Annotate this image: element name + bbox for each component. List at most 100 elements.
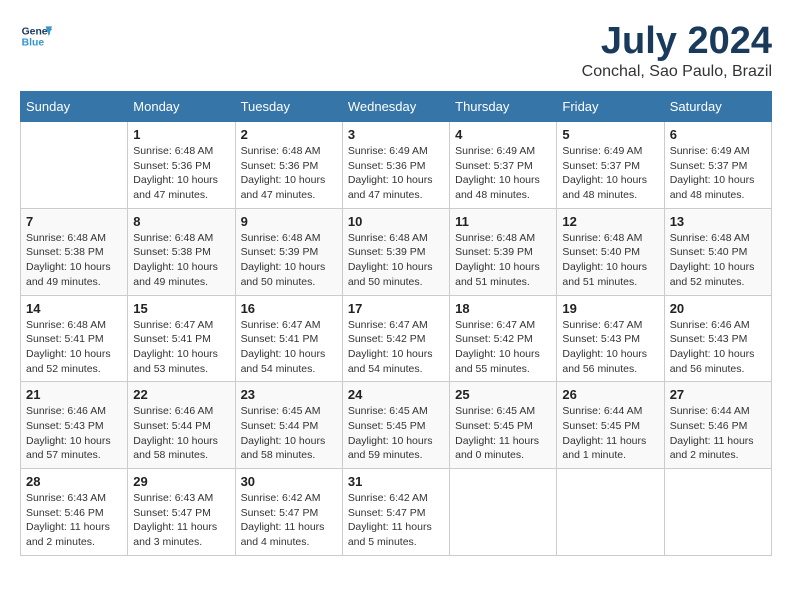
calendar-cell: 26Sunrise: 6:44 AM Sunset: 5:45 PM Dayli… bbox=[557, 382, 664, 469]
calendar-cell: 12 Sunrise: 6:48 AM Sunset: 5:40 PM Dayli… bbox=[557, 208, 664, 295]
calendar-cell: 15 Sunrise: 6:47 AM Sunset: 5:41 PM Dayli… bbox=[128, 295, 235, 382]
calendar-table: SundayMondayTuesdayWednesdayThursdayFrid… bbox=[20, 91, 772, 556]
day-detail: Sunrise: 6:49 AM Sunset: 5:36 PM Dayligh… bbox=[348, 144, 444, 203]
calendar-cell: 7 Sunrise: 6:48 AM Sunset: 5:38 PM Daylig… bbox=[21, 208, 128, 295]
day-number: 23 bbox=[241, 387, 337, 402]
day-detail: Sunrise: 6:46 AM Sunset: 5:44 PM Dayligh… bbox=[133, 404, 229, 463]
calendar-cell: 5Sunrise: 6:49 AM Sunset: 5:37 PM Daylig… bbox=[557, 122, 664, 209]
title-section: July 2024 Conchal, Sao Paulo, Brazil bbox=[582, 20, 772, 81]
calendar-cell: 13 Sunrise: 6:48 AM Sunset: 5:40 PM Dayli… bbox=[664, 208, 771, 295]
day-detail: Sunrise: 6:48 AM Sunset: 5:38 PM Dayligh… bbox=[133, 231, 229, 290]
day-number: 6 bbox=[670, 127, 766, 142]
weekday-thursday: Thursday bbox=[450, 92, 557, 122]
day-number: 1 bbox=[133, 127, 229, 142]
day-detail: Sunrise: 6:47 AM Sunset: 5:41 PM Dayligh… bbox=[241, 318, 337, 377]
week-row-2: 7 Sunrise: 6:48 AM Sunset: 5:38 PM Daylig… bbox=[21, 208, 772, 295]
calendar-cell: 11 Sunrise: 6:48 AM Sunset: 5:39 PM Dayli… bbox=[450, 208, 557, 295]
day-detail: Sunrise: 6:48 AM Sunset: 5:39 PM Dayligh… bbox=[241, 231, 337, 290]
day-number: 10 bbox=[348, 214, 444, 229]
calendar-cell: 31 Sunrise: 6:42 AM Sunset: 5:47 PM Dayli… bbox=[342, 469, 449, 556]
day-number: 27 bbox=[670, 387, 766, 402]
day-number: 7 bbox=[26, 214, 122, 229]
calendar-cell: 23Sunrise: 6:45 AM Sunset: 5:44 PM Dayli… bbox=[235, 382, 342, 469]
day-detail: Sunrise: 6:42 AM Sunset: 5:47 PM Dayligh… bbox=[348, 491, 444, 550]
weekday-header-row: SundayMondayTuesdayWednesdayThursdayFrid… bbox=[21, 92, 772, 122]
day-number: 22 bbox=[133, 387, 229, 402]
subtitle: Conchal, Sao Paulo, Brazil bbox=[582, 63, 772, 81]
day-detail: Sunrise: 6:48 AM Sunset: 5:36 PM Dayligh… bbox=[241, 144, 337, 203]
calendar-cell: 10 Sunrise: 6:48 AM Sunset: 5:39 PM Dayli… bbox=[342, 208, 449, 295]
calendar-cell: 24Sunrise: 6:45 AM Sunset: 5:45 PM Dayli… bbox=[342, 382, 449, 469]
weekday-monday: Monday bbox=[128, 92, 235, 122]
week-row-3: 14Sunrise: 6:48 AM Sunset: 5:41 PM Dayli… bbox=[21, 295, 772, 382]
day-detail: Sunrise: 6:46 AM Sunset: 5:43 PM Dayligh… bbox=[26, 404, 122, 463]
calendar-cell: 2 Sunrise: 6:48 AM Sunset: 5:36 PM Daylig… bbox=[235, 122, 342, 209]
day-detail: Sunrise: 6:48 AM Sunset: 5:41 PM Dayligh… bbox=[26, 318, 122, 377]
day-detail: Sunrise: 6:48 AM Sunset: 5:40 PM Dayligh… bbox=[562, 231, 658, 290]
calendar-cell: 25 Sunrise: 6:45 AM Sunset: 5:45 PM Dayli… bbox=[450, 382, 557, 469]
weekday-saturday: Saturday bbox=[664, 92, 771, 122]
day-number: 8 bbox=[133, 214, 229, 229]
day-detail: Sunrise: 6:44 AM Sunset: 5:45 PM Dayligh… bbox=[562, 404, 658, 463]
calendar-cell: 8 Sunrise: 6:48 AM Sunset: 5:38 PM Daylig… bbox=[128, 208, 235, 295]
calendar-cell: 22 Sunrise: 6:46 AM Sunset: 5:44 PM Dayli… bbox=[128, 382, 235, 469]
calendar-cell: 19Sunrise: 6:47 AM Sunset: 5:43 PM Dayli… bbox=[557, 295, 664, 382]
calendar-cell bbox=[557, 469, 664, 556]
day-number: 28 bbox=[26, 474, 122, 489]
day-number: 11 bbox=[455, 214, 551, 229]
svg-text:Blue: Blue bbox=[22, 38, 45, 49]
day-detail: Sunrise: 6:47 AM Sunset: 5:42 PM Dayligh… bbox=[455, 318, 551, 377]
day-detail: Sunrise: 6:43 AM Sunset: 5:47 PM Dayligh… bbox=[133, 491, 229, 550]
calendar-cell: 3Sunrise: 6:49 AM Sunset: 5:36 PM Daylig… bbox=[342, 122, 449, 209]
weekday-sunday: Sunday bbox=[21, 92, 128, 122]
day-detail: Sunrise: 6:47 AM Sunset: 5:41 PM Dayligh… bbox=[133, 318, 229, 377]
day-number: 15 bbox=[133, 301, 229, 316]
day-detail: Sunrise: 6:48 AM Sunset: 5:36 PM Dayligh… bbox=[133, 144, 229, 203]
calendar-cell bbox=[21, 122, 128, 209]
calendar-cell: 1 Sunrise: 6:48 AM Sunset: 5:36 PM Daylig… bbox=[128, 122, 235, 209]
day-number: 20 bbox=[670, 301, 766, 316]
weekday-tuesday: Tuesday bbox=[235, 92, 342, 122]
day-number: 13 bbox=[670, 214, 766, 229]
calendar-cell: 21Sunrise: 6:46 AM Sunset: 5:43 PM Dayli… bbox=[21, 382, 128, 469]
day-detail: Sunrise: 6:43 AM Sunset: 5:46 PM Dayligh… bbox=[26, 491, 122, 550]
day-detail: Sunrise: 6:42 AM Sunset: 5:47 PM Dayligh… bbox=[241, 491, 337, 550]
logo: General Blue bbox=[20, 20, 52, 52]
week-row-5: 28 Sunrise: 6:43 AM Sunset: 5:46 PM Dayli… bbox=[21, 469, 772, 556]
calendar-cell: 17Sunrise: 6:47 AM Sunset: 5:42 PM Dayli… bbox=[342, 295, 449, 382]
day-number: 12 bbox=[562, 214, 658, 229]
day-detail: Sunrise: 6:46 AM Sunset: 5:43 PM Dayligh… bbox=[670, 318, 766, 377]
main-title: July 2024 bbox=[582, 20, 772, 63]
day-detail: Sunrise: 6:48 AM Sunset: 5:39 PM Dayligh… bbox=[455, 231, 551, 290]
logo-icon: General Blue bbox=[20, 20, 52, 52]
calendar-cell: 4 Sunrise: 6:49 AM Sunset: 5:37 PM Daylig… bbox=[450, 122, 557, 209]
day-number: 4 bbox=[455, 127, 551, 142]
week-row-4: 21Sunrise: 6:46 AM Sunset: 5:43 PM Dayli… bbox=[21, 382, 772, 469]
calendar-cell: 29Sunrise: 6:43 AM Sunset: 5:47 PM Dayli… bbox=[128, 469, 235, 556]
day-number: 19 bbox=[562, 301, 658, 316]
calendar-cell bbox=[664, 469, 771, 556]
calendar-cell: 9 Sunrise: 6:48 AM Sunset: 5:39 PM Daylig… bbox=[235, 208, 342, 295]
weekday-wednesday: Wednesday bbox=[342, 92, 449, 122]
day-detail: Sunrise: 6:44 AM Sunset: 5:46 PM Dayligh… bbox=[670, 404, 766, 463]
day-detail: Sunrise: 6:49 AM Sunset: 5:37 PM Dayligh… bbox=[455, 144, 551, 203]
day-detail: Sunrise: 6:49 AM Sunset: 5:37 PM Dayligh… bbox=[670, 144, 766, 203]
day-number: 31 bbox=[348, 474, 444, 489]
weekday-friday: Friday bbox=[557, 92, 664, 122]
calendar-header: SundayMondayTuesdayWednesdayThursdayFrid… bbox=[21, 92, 772, 122]
day-number: 25 bbox=[455, 387, 551, 402]
day-detail: Sunrise: 6:48 AM Sunset: 5:40 PM Dayligh… bbox=[670, 231, 766, 290]
day-number: 17 bbox=[348, 301, 444, 316]
day-number: 9 bbox=[241, 214, 337, 229]
calendar-cell: 14Sunrise: 6:48 AM Sunset: 5:41 PM Dayli… bbox=[21, 295, 128, 382]
day-number: 2 bbox=[241, 127, 337, 142]
day-number: 5 bbox=[562, 127, 658, 142]
calendar-body: 1 Sunrise: 6:48 AM Sunset: 5:36 PM Daylig… bbox=[21, 122, 772, 556]
calendar-cell: 18Sunrise: 6:47 AM Sunset: 5:42 PM Dayli… bbox=[450, 295, 557, 382]
day-detail: Sunrise: 6:48 AM Sunset: 5:39 PM Dayligh… bbox=[348, 231, 444, 290]
calendar-cell: 27 Sunrise: 6:44 AM Sunset: 5:46 PM Dayli… bbox=[664, 382, 771, 469]
day-number: 30 bbox=[241, 474, 337, 489]
day-detail: Sunrise: 6:48 AM Sunset: 5:38 PM Dayligh… bbox=[26, 231, 122, 290]
calendar-cell: 6 Sunrise: 6:49 AM Sunset: 5:37 PM Daylig… bbox=[664, 122, 771, 209]
day-detail: Sunrise: 6:45 AM Sunset: 5:45 PM Dayligh… bbox=[455, 404, 551, 463]
